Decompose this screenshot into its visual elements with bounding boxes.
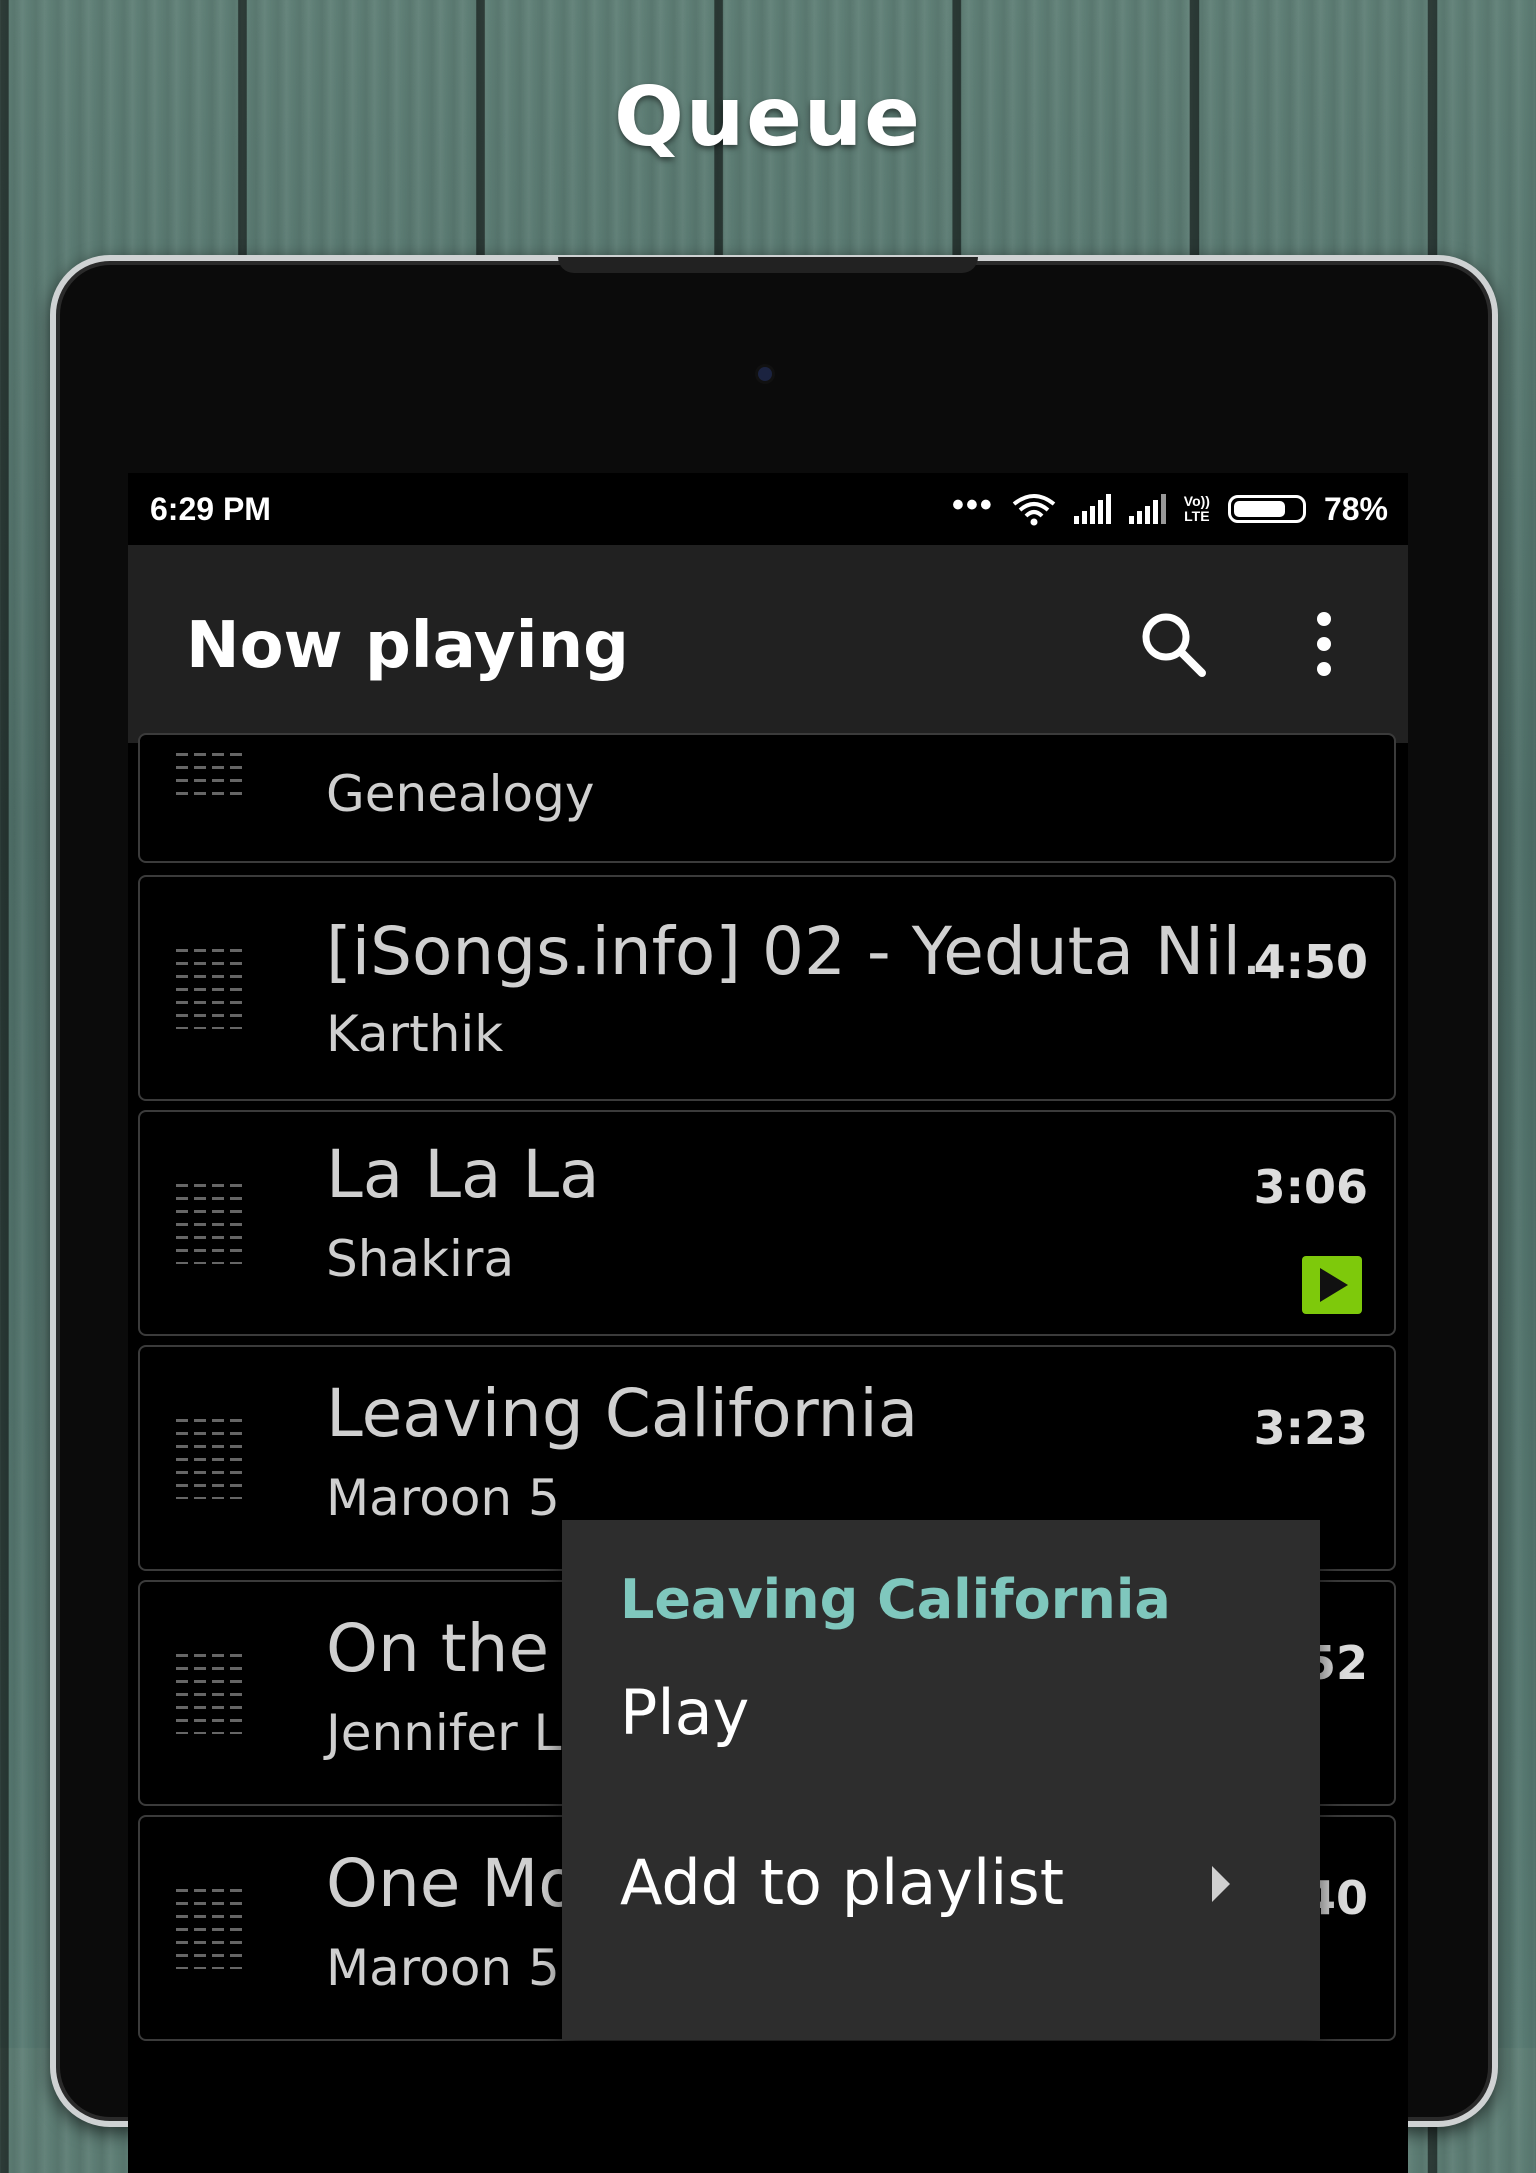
device-notch (558, 257, 978, 273)
track-artist: Karthik (326, 1005, 504, 1063)
queue-row[interactable]: Genealogy (138, 733, 1396, 863)
track-artist: Maroon 5 (326, 1469, 560, 1527)
battery-percent: 78% (1323, 490, 1388, 527)
drag-handle-icon[interactable] (176, 1889, 246, 1969)
menu-item-label: Play (620, 1676, 750, 1749)
track-title: [iSongs.info] 02 - Yeduta Nil.. (326, 913, 1266, 990)
more-vert-icon (1317, 612, 1331, 676)
page-title: Now playing (186, 609, 629, 683)
menu-item-label: Add to playlist (620, 1846, 1065, 1919)
queue-row[interactable]: [iSongs.info] 02 - Yeduta Nil.. Karthik … (138, 875, 1396, 1101)
queue-row[interactable]: La La La Shakira 3:06 (138, 1110, 1396, 1336)
track-duration: 4:50 (1253, 935, 1368, 989)
track-duration: 3:23 (1253, 1401, 1368, 1455)
menu-item-add-to-playlist[interactable]: Add to playlist (562, 1816, 1320, 1946)
drag-handle-icon[interactable] (176, 1184, 246, 1264)
track-duration: 3:06 (1253, 1160, 1368, 1214)
more-options-button[interactable] (1306, 609, 1342, 679)
drag-handle-icon[interactable] (176, 753, 246, 797)
search-icon (1142, 613, 1206, 677)
drag-handle-icon[interactable] (176, 1654, 246, 1734)
camera-icon (758, 367, 772, 381)
volte-icon: Vo)) LTE (1183, 493, 1210, 524)
track-title: Leaving California (326, 1375, 919, 1452)
status-icons: ••• Vo)) LTE 78% (952, 485, 1388, 533)
app-toolbar: Now playing (128, 545, 1408, 743)
battery-icon (1227, 495, 1306, 523)
track-artist: Jennifer L (326, 1704, 562, 1762)
track-title: La La La (326, 1136, 600, 1213)
wifi-icon (1012, 494, 1056, 526)
drag-handle-icon[interactable] (176, 949, 246, 1029)
promo-title: Queue (614, 70, 922, 165)
drag-handle-icon[interactable] (176, 1419, 246, 1499)
signal-icon-sim2 (1128, 494, 1166, 524)
search-button[interactable] (1138, 609, 1208, 679)
now-playing-icon (1302, 1256, 1362, 1314)
submenu-arrow-icon (1212, 1866, 1230, 1902)
track-artist: Shakira (326, 1230, 515, 1288)
more-notifications-icon: ••• (952, 485, 994, 524)
status-time: 6:29 PM (150, 491, 271, 527)
status-bar: 6:29 PM ••• Vo)) LTE 78% (128, 473, 1408, 545)
context-menu-title: Leaving California (620, 1568, 1171, 1631)
context-menu: Leaving California Play Add to playlist (562, 1520, 1320, 2040)
menu-item-play[interactable]: Play (562, 1646, 1320, 1776)
track-artist: Genealogy (326, 765, 595, 823)
track-artist: Maroon 5 (326, 1939, 560, 1997)
signal-icon-sim1 (1073, 494, 1111, 524)
